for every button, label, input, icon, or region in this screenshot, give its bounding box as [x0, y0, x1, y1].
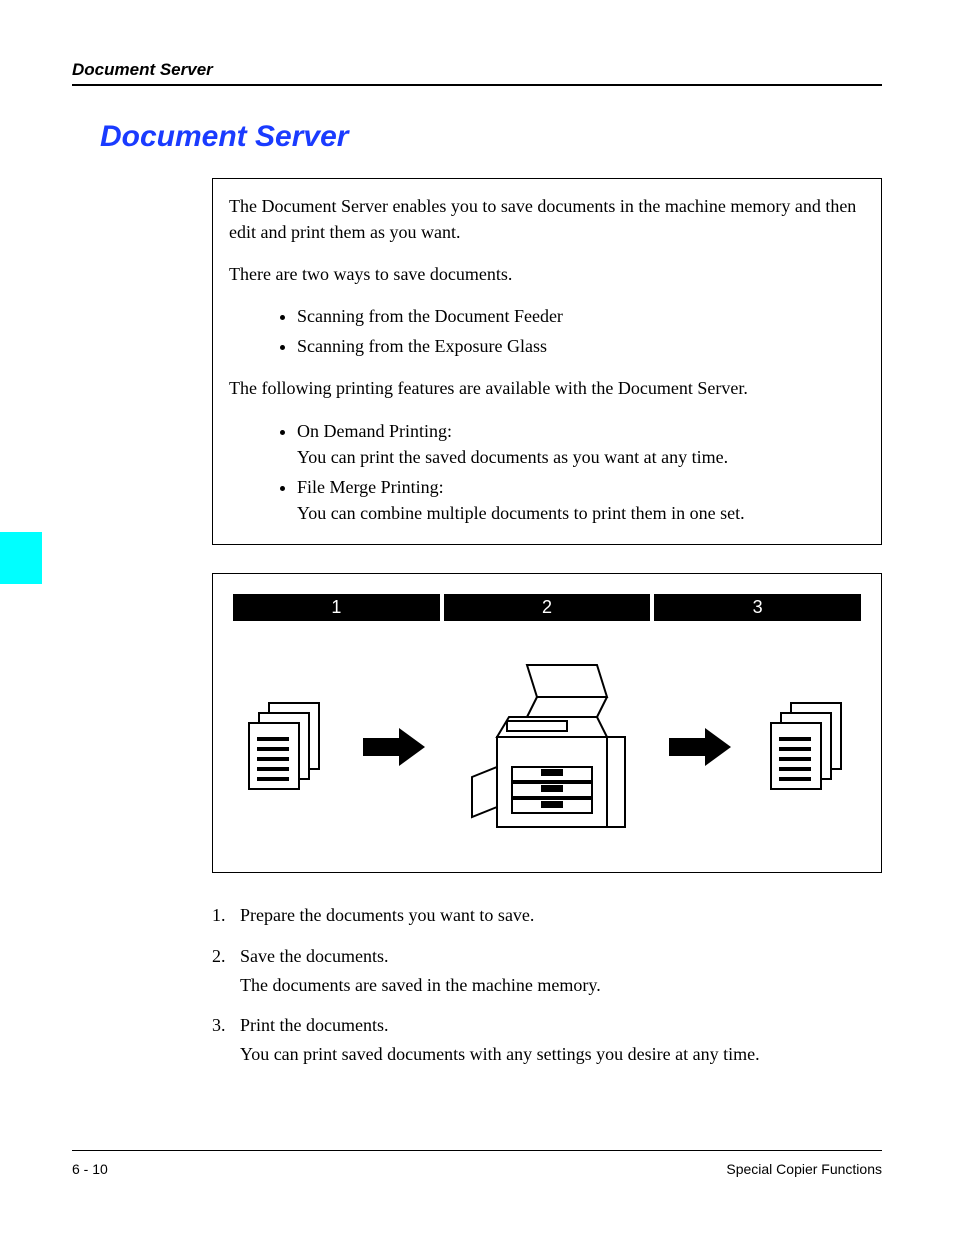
- list-item: Scanning from the Exposure Glass: [297, 333, 865, 359]
- page: Document Server Document Server The Docu…: [0, 0, 954, 1235]
- step-text: Save the documents. The documents are sa…: [240, 942, 601, 1000]
- content-area: The Document Server enables you to save …: [212, 178, 882, 1069]
- documents-icon: [241, 697, 331, 797]
- diagram-label-3: 3: [654, 594, 861, 621]
- step-title: Print the documents.: [240, 1015, 388, 1035]
- documents-icon: [763, 697, 853, 797]
- list-item: File Merge Printing: You can combine mul…: [297, 474, 865, 526]
- diagram-header: 1 2 3: [233, 594, 861, 621]
- step-text: Prepare the documents you want to save.: [240, 901, 534, 930]
- diagram-body: [233, 643, 861, 852]
- arrow-right-icon: [669, 728, 731, 766]
- step-item: 2. Save the documents. The documents are…: [212, 942, 882, 1000]
- intro-p2: There are two ways to save documents.: [229, 261, 865, 287]
- step-sub: You can print saved documents with any s…: [240, 1040, 760, 1069]
- list-item: On Demand Printing: You can print the sa…: [297, 418, 865, 470]
- feature-desc: You can print the saved documents as you…: [297, 444, 865, 470]
- step-text: Print the documents. You can print saved…: [240, 1011, 760, 1069]
- step-title: Prepare the documents you want to save.: [240, 905, 534, 925]
- feature-name: File Merge Printing:: [297, 477, 444, 497]
- step-sub: The documents are saved in the machine m…: [240, 971, 601, 1000]
- step-number: 2.: [212, 942, 240, 1000]
- feature-desc: You can combine multiple documents to pr…: [297, 500, 865, 526]
- step-number: 3.: [212, 1011, 240, 1069]
- intro-p3: The following printing features are avai…: [229, 375, 865, 401]
- process-diagram: 1 2 3: [212, 573, 882, 873]
- steps-list: 1. Prepare the documents you want to sav…: [212, 901, 882, 1069]
- page-number: 6 - 10: [72, 1161, 108, 1177]
- diagram-label-2: 2: [444, 594, 651, 621]
- step-item: 3. Print the documents. You can print sa…: [212, 1011, 882, 1069]
- running-head: Document Server: [72, 60, 882, 86]
- page-title: Document Server: [100, 120, 882, 154]
- diagram-label-1: 1: [233, 594, 440, 621]
- ways-list: Scanning from the Document Feeder Scanni…: [297, 303, 865, 359]
- features-list: On Demand Printing: You can print the sa…: [297, 418, 865, 526]
- intro-p1: The Document Server enables you to save …: [229, 193, 865, 245]
- step-title: Save the documents.: [240, 946, 388, 966]
- section-name: Special Copier Functions: [726, 1161, 882, 1177]
- intro-box: The Document Server enables you to save …: [212, 178, 882, 545]
- list-item: Scanning from the Document Feeder: [297, 303, 865, 329]
- feature-name: On Demand Printing:: [297, 421, 452, 441]
- step-item: 1. Prepare the documents you want to sav…: [212, 901, 882, 930]
- copier-machine-icon: [457, 657, 637, 837]
- page-footer: 6 - 10 Special Copier Functions: [72, 1150, 882, 1177]
- step-number: 1.: [212, 901, 240, 930]
- arrow-right-icon: [363, 728, 425, 766]
